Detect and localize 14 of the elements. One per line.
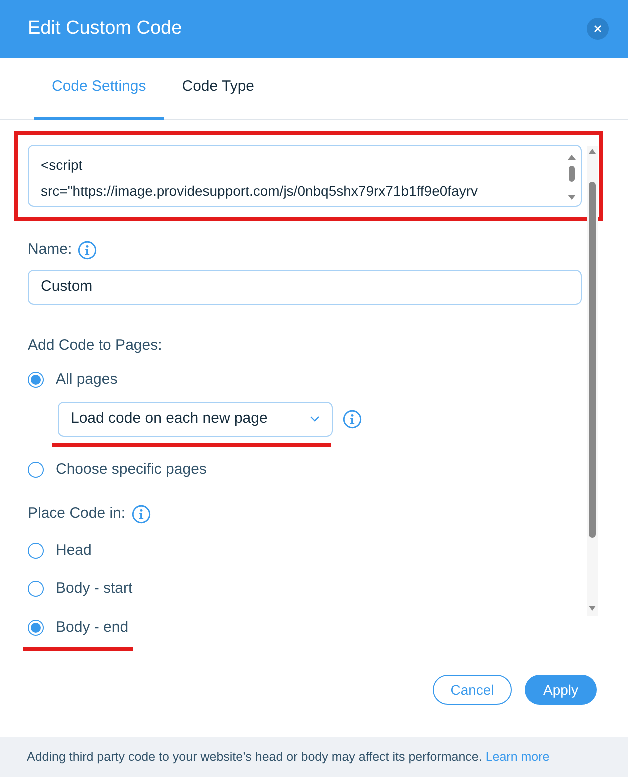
dropdown[interactable]: Load code on each new page bbox=[58, 402, 333, 436]
radio-label: Body - end bbox=[56, 618, 129, 638]
footer-text: Adding third party code to your website’s head or body may affect its performance. Learn more bbox=[27, 748, 550, 766]
section-label: Place Code in: bbox=[28, 504, 126, 524]
code-field[interactable]: <script src="https://image.providesupport.com/js/0nbq5shx79rx71b1ff9e0fayrv bbox=[28, 145, 582, 207]
radio-label: Body - start bbox=[56, 579, 133, 599]
field-label: Name: bbox=[28, 240, 72, 260]
name-field[interactable]: Custom bbox=[28, 270, 582, 304]
radio-label: All pages bbox=[56, 370, 118, 390]
radio-label: Head bbox=[56, 540, 92, 560]
radio-label: Choose specific pages bbox=[56, 460, 207, 480]
section-label: Add Code to Pages: bbox=[28, 336, 164, 356]
tab[interactable]: Code Type bbox=[164, 58, 273, 120]
dialog-title: Edit Custom Code bbox=[28, 16, 182, 41]
